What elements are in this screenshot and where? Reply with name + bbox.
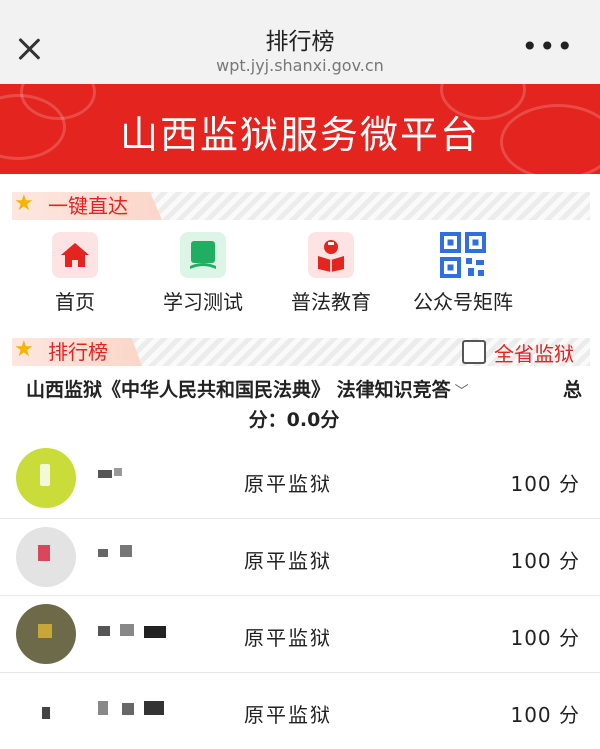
score: 100 分: [510, 703, 580, 727]
home-icon: [52, 232, 98, 278]
ranking-header: 排行榜 ★ 全省监狱: [0, 334, 600, 370]
total-label: 总: [562, 379, 582, 401]
page-title: 排行榜: [265, 29, 335, 55]
contest-selector[interactable]: 山西监狱《中华人民共和国民法典》 法律知识竞答 ﹀ 总 分：0.0分: [0, 370, 600, 434]
more-options-icon[interactable]: •••: [521, 33, 574, 61]
quick-link-study-test[interactable]: 学习测试: [138, 232, 268, 315]
score: 100 分: [510, 549, 580, 573]
quick-link-label: 学习测试: [163, 290, 243, 314]
prison-name: 原平监狱: [244, 472, 332, 496]
contest-name: 山西监狱《中华人民共和国民法典》 法律知识竞答: [26, 379, 451, 401]
quick-link-law-education[interactable]: 普法教育: [266, 232, 396, 315]
username-masked: [98, 466, 168, 482]
province-prisons-toggle[interactable]: 全省监狱: [462, 338, 574, 366]
quick-access-title: 一键直达: [12, 192, 162, 220]
avatar: [16, 448, 76, 508]
book-icon: [180, 232, 226, 278]
score: 100 分: [510, 626, 580, 650]
username-masked: [98, 545, 168, 561]
prison-name: 原平监狱: [244, 626, 332, 650]
avatar: [16, 527, 76, 587]
quick-links: 首页 学习测试 普法教育 公众号矩阵: [0, 224, 600, 334]
chevron-down-icon: ﹀: [454, 384, 469, 400]
page-url: wpt.jyj.shanxi.gov.cn: [216, 56, 384, 75]
quick-link-label: 普法教育: [291, 290, 371, 314]
username-masked: [98, 701, 168, 717]
browser-top-bar: 排行榜 wpt.jyj.shanxi.gov.cn •••: [0, 0, 600, 84]
star-icon: ★: [14, 191, 34, 216]
quick-link-label: 公众号矩阵: [413, 290, 513, 314]
province-toggle-label: 全省监狱: [494, 341, 574, 366]
avatar: [16, 681, 76, 741]
score: 100 分: [510, 472, 580, 496]
username-masked: [98, 624, 168, 640]
quick-link-home[interactable]: 首页: [10, 232, 140, 315]
quick-link-official-accounts[interactable]: 公众号矩阵: [398, 232, 528, 315]
ranking-list: 原平监狱 100 分 原平监狱 100 分 原平监狱 100 分 原平监狱 10…: [0, 442, 600, 749]
table-row[interactable]: 原平监狱 100 分: [0, 673, 600, 749]
total-score: 分：0.0分: [248, 409, 340, 431]
reader-icon: [308, 232, 354, 278]
table-row[interactable]: 原平监狱 100 分: [0, 519, 600, 596]
header-banner: 山西监狱服务微平台: [0, 84, 600, 174]
star-icon: ★: [14, 337, 34, 362]
prison-name: 原平监狱: [244, 549, 332, 573]
avatar: [16, 604, 76, 664]
prison-name: 原平监狱: [244, 703, 332, 727]
province-checkbox[interactable]: [462, 340, 486, 364]
quick-link-label: 首页: [55, 290, 95, 314]
qr-code-icon: [440, 232, 486, 278]
banner-title: 山西监狱服务微平台: [119, 113, 480, 157]
table-row[interactable]: 原平监狱 100 分: [0, 596, 600, 673]
table-row[interactable]: 原平监狱 100 分: [0, 442, 600, 519]
quick-access-header: 一键直达 ★: [0, 188, 600, 224]
